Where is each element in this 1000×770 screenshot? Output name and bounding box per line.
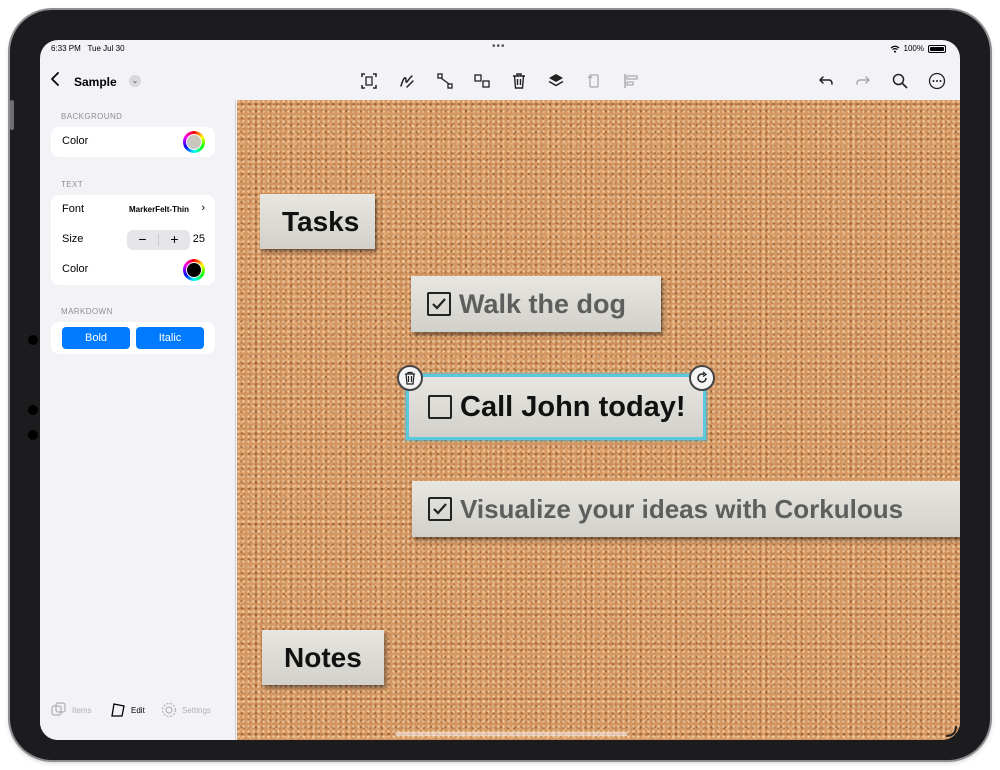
tab-settings-label: Settings [182,705,211,715]
edit-icon [111,703,125,717]
checkbox-checked-icon[interactable] [428,497,452,521]
sensor-dot [28,405,38,415]
markdown-card: Bold Italic [51,322,215,354]
connect-icon[interactable] [436,72,454,90]
wifi-icon [890,45,899,53]
rotate-icon[interactable] [585,72,603,90]
group-icon[interactable] [473,72,491,90]
volume-up-button [10,100,14,130]
rotate-handle-icon[interactable] [689,365,715,391]
corkboard-canvas[interactable]: Tasks Walk the dog Call John today! Visu… [237,100,960,740]
section-header-markdown: MARKDOWN [61,307,113,316]
battery-icon [928,44,946,53]
sidebar-tab-bar: Items Edit Settings [40,696,236,724]
trash-icon[interactable] [510,72,528,90]
tab-edit[interactable]: Edit [109,696,145,724]
text-color-fill [186,262,202,278]
checkbox-unchecked-icon[interactable] [428,395,452,419]
text-box-icon[interactable] [360,72,378,90]
text-card: Font MarkerFelt-Thin › Size − + 25 Color [51,195,215,285]
note-card[interactable]: Tasks [260,194,375,249]
decrease-size-button[interactable]: − [127,230,158,250]
screen: 6:33 PM Tue Jul 30 ••• 100% Sample ⌄ BAC… [40,40,960,740]
resize-corner-icon[interactable] [945,725,957,737]
increase-size-button[interactable]: + [159,230,190,250]
checkbox-checked-icon[interactable] [427,292,451,316]
note-text: Notes [284,641,362,673]
draw-icon[interactable] [398,72,416,90]
text-color-swatch[interactable] [183,259,205,281]
ipad-frame: 6:33 PM Tue Jul 30 ••• 100% Sample ⌄ BAC… [10,10,990,760]
camera-dot [28,335,38,345]
note-card[interactable]: Visualize your ideas with Corkulous [412,481,960,537]
note-text: Call John today! [460,390,686,423]
text-color-label: Color [62,263,89,275]
status-indicators: 100% [890,44,946,53]
status-time: 6:33 PM Tue Jul 30 [51,44,125,53]
note-card[interactable]: Walk the dog [411,276,661,332]
background-color-label: Color [62,135,89,147]
gear-icon [161,702,177,718]
chevron-right-icon: › [201,202,205,214]
section-header-background: BACKGROUND [61,112,123,121]
back-icon[interactable] [48,70,68,90]
delete-handle-icon[interactable] [397,365,423,391]
font-value: MarkerFelt-Thin [128,205,189,214]
toolbar: Sample ⌄ [40,58,960,100]
tab-items-label: Items [72,705,92,715]
multitask-dots[interactable]: ••• [492,41,506,52]
font-label: Font [62,203,85,215]
note-text: Visualize your ideas with Corkulous [460,493,904,524]
battery-percent: 100% [903,44,924,53]
status-bar: 6:33 PM Tue Jul 30 ••• 100% [40,40,960,58]
background-color-fill [186,134,202,150]
size-stepper: − + [127,230,190,250]
tab-items[interactable]: Items [50,696,92,724]
bold-button[interactable]: Bold [62,327,130,349]
tab-edit-label: Edit [131,705,145,715]
undo-icon[interactable] [817,72,835,90]
document-title[interactable]: Sample [74,75,117,89]
italic-button[interactable]: Italic [136,327,204,349]
align-icon[interactable] [622,72,640,90]
background-color-row[interactable]: Color [62,127,205,157]
text-color-row[interactable]: Color [62,255,205,285]
background-card: Color [51,127,215,157]
search-icon[interactable] [891,72,909,90]
redo-icon[interactable] [854,72,872,90]
more-icon[interactable] [928,72,946,90]
items-icon [51,702,66,716]
home-indicator[interactable] [395,732,628,736]
background-color-swatch[interactable] [183,131,205,153]
chevron-down-icon[interactable]: ⌄ [129,75,141,87]
size-row: Size − + 25 [62,225,205,255]
size-label: Size [62,233,84,245]
note-card[interactable]: Notes [262,630,384,685]
layers-icon[interactable] [547,72,565,90]
tab-settings[interactable]: Settings [160,696,211,724]
note-card-selected[interactable]: Call John today! [406,374,706,440]
note-text: Walk the dog [459,288,626,319]
font-row[interactable]: Font MarkerFelt-Thin › [62,195,205,225]
section-header-text: TEXT [61,180,84,189]
inspector-sidebar: BACKGROUND Color TEXT Font MarkerFelt-Th… [40,100,236,740]
size-value: 25 [192,233,205,245]
note-text: Tasks [282,205,360,237]
sensor-dot [28,430,38,440]
